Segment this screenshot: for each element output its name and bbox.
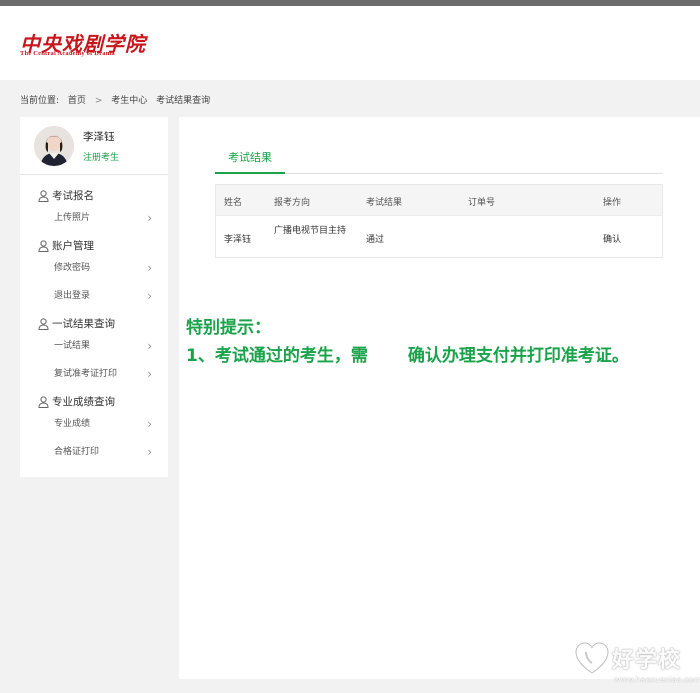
sidebar-item-retest-admission-print[interactable]: 复试准考证打印 ›	[20, 363, 168, 391]
sidebar-menu: 考试报名 上传照片 › 账户管理 修改密码 › 退出登录 › 一试结果查询 一试…	[20, 185, 168, 469]
menu-section-label: 一试结果查询	[52, 318, 115, 330]
tab-exam-results[interactable]: 考试结果	[215, 145, 285, 175]
column-header-result: 考试结果	[366, 198, 403, 208]
cell-name: 李泽钰	[224, 235, 252, 245]
notice-line: 1、考试通过的考生，需 确认办理支付并打印准考证。	[186, 342, 686, 370]
table-row: 李泽钰 广播电视节目主持 通过 确认	[216, 215, 662, 257]
menu-section-account-management[interactable]: 账户管理	[20, 235, 168, 257]
chevron-right-icon: ›	[147, 211, 152, 225]
results-table: 姓名 报考方向 考试结果 订单号 操作 李泽钰 广播电视节目主持 通过 确认	[215, 184, 663, 258]
watermark-text: 好学校	[612, 648, 682, 673]
breadcrumb-home[interactable]: 首页	[68, 96, 86, 106]
user-name: 李泽钰	[83, 131, 115, 143]
cell-direction: 广播电视节目主持	[274, 226, 347, 236]
table-header: 姓名 报考方向 考试结果 订单号 操作	[216, 185, 662, 215]
site-logo-english: The Central Academy of Drama	[20, 50, 115, 57]
chevron-right-icon: ›	[147, 445, 152, 459]
breadcrumb-prefix: 当前位置:	[20, 96, 60, 106]
watermark-heart-icon	[575, 642, 609, 674]
sidebar-item-label: 一试结果	[54, 341, 91, 351]
confirm-link[interactable]: 确认	[603, 232, 621, 245]
sidebar-item-upload-photo[interactable]: 上传照片 ›	[20, 207, 168, 235]
breadcrumb: 当前位置: 首页 > 考生中心 考试结果查询	[20, 93, 216, 106]
sidebar-item-major-score[interactable]: 专业成绩 ›	[20, 413, 168, 441]
breadcrumb-candidate-center[interactable]: 考生中心	[111, 96, 147, 106]
menu-section-label: 账户管理	[52, 240, 94, 252]
tab-active-indicator	[215, 172, 285, 174]
menu-section-major-score-query[interactable]: 专业成绩查询	[20, 391, 168, 413]
breadcrumb-current: 考试结果查询	[156, 96, 211, 106]
notice-title: 特别提示：	[186, 318, 271, 338]
sidebar-item-label: 修改密码	[54, 263, 91, 273]
avatar-portrait-icon	[34, 126, 74, 166]
user-icon	[38, 190, 49, 202]
watermark: 好学校 www.haoxuexiao.com	[568, 636, 700, 688]
sidebar-item-first-round-result[interactable]: 一试结果 ›	[20, 335, 168, 363]
user-icon	[38, 318, 49, 330]
menu-section-label: 考试报名	[52, 190, 94, 202]
column-header-action: 操作	[603, 198, 622, 208]
sidebar-item-change-password[interactable]: 修改密码 ›	[20, 257, 168, 285]
user-status: 注册考生	[83, 153, 120, 163]
column-header-name: 姓名	[224, 198, 243, 208]
user-profile: 李泽钰 注册考生	[20, 117, 168, 175]
site-header: 中央戏剧学院 The Central Academy of Drama	[0, 6, 700, 80]
chevron-right-icon: ›	[147, 367, 152, 381]
chevron-right-icon: ›	[147, 417, 152, 431]
special-notice: 特别提示： 1、考试通过的考生，需 确认办理支付并打印准考证。	[186, 314, 686, 370]
sidebar-item-label: 复试准考证打印	[54, 369, 118, 379]
cell-result: 通过	[366, 235, 385, 245]
sidebar-item-label: 合格证打印	[54, 447, 100, 457]
chevron-right-icon: ›	[147, 289, 152, 303]
breadcrumb-separator: >	[94, 96, 103, 106]
notice-text-end: 确认办理支付并打印准考证。	[407, 346, 629, 366]
column-header-direction: 报考方向	[274, 198, 311, 208]
sidebar: 李泽钰 注册考生 考试报名 上传照片 › 账户管理 修改密码 › 退出登录 › …	[20, 117, 168, 477]
menu-section-label: 专业成绩查询	[52, 396, 115, 408]
sidebar-item-certificate-print[interactable]: 合格证打印 ›	[20, 441, 168, 469]
sidebar-item-label: 退出登录	[54, 291, 91, 301]
sidebar-item-logout[interactable]: 退出登录 ›	[20, 285, 168, 313]
watermark-url: www.haoxuexiao.com	[614, 675, 700, 684]
chevron-right-icon: ›	[147, 261, 152, 275]
menu-section-exam-registration[interactable]: 考试报名	[20, 185, 168, 207]
chevron-right-icon: ›	[147, 339, 152, 353]
sidebar-item-label: 上传照片	[54, 213, 91, 223]
main-content: 考试结果 姓名 报考方向 考试结果 订单号 操作 李泽钰 广播电视节目主持 通过…	[179, 117, 700, 679]
user-icon	[38, 396, 49, 408]
user-icon	[38, 240, 49, 252]
sidebar-item-label: 专业成绩	[54, 419, 91, 429]
notice-text-start: 1、考试通过的考生，需	[186, 346, 368, 366]
column-header-order-number: 订单号	[468, 198, 496, 208]
avatar	[34, 126, 74, 166]
menu-section-first-round-results[interactable]: 一试结果查询	[20, 313, 168, 335]
